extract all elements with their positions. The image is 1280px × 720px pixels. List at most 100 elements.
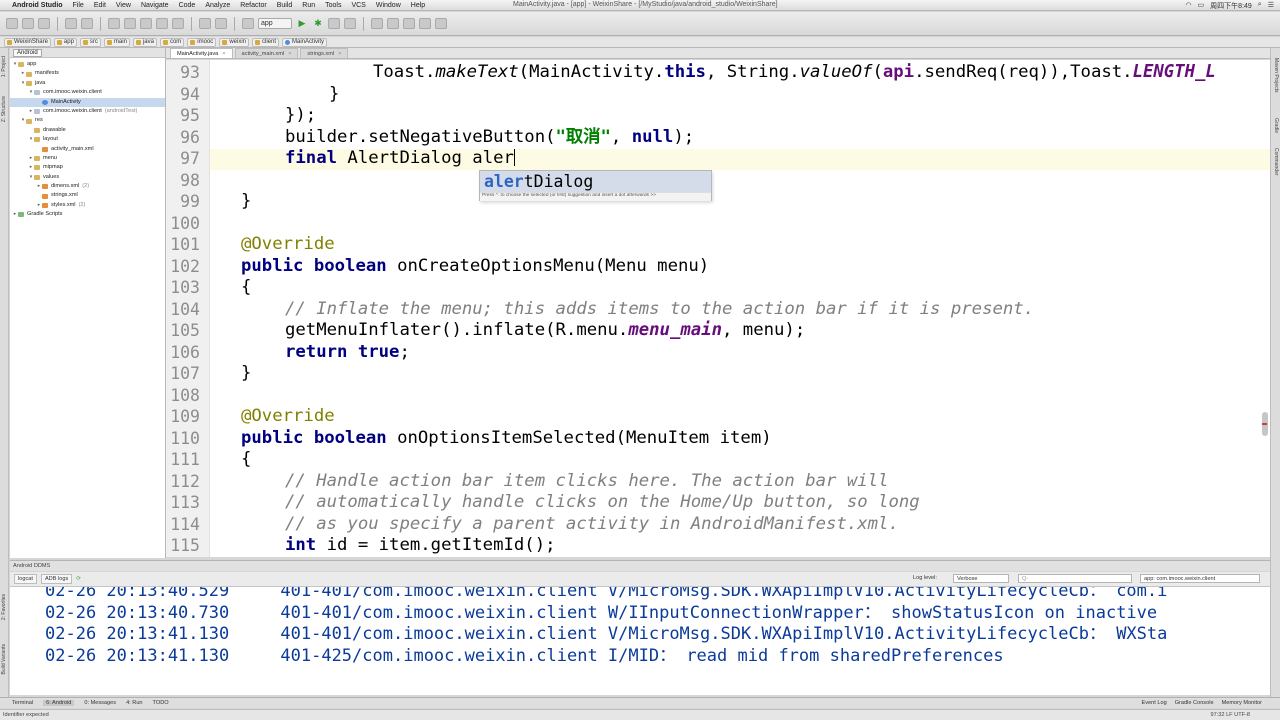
project-view-select[interactable]: Android [13, 48, 42, 57]
android-tool-button[interactable]: 6: Android [43, 700, 75, 706]
tab-mainactivity-java[interactable]: MainActivity.java × [170, 48, 233, 58]
sync-icon[interactable] [38, 18, 50, 29]
caret-position[interactable]: 97:32 LF UTF-8 [1211, 712, 1250, 718]
tree-node[interactable]: activity_main.xml [10, 145, 165, 154]
sdk-manager-icon[interactable] [403, 18, 415, 29]
menu-vcs[interactable]: VCS [351, 2, 365, 9]
tree-node[interactable]: strings.xml [10, 191, 165, 200]
debug-icon[interactable]: ✱ [312, 18, 324, 29]
tree-node[interactable]: ▾ com.imooc.weixin.client [10, 88, 165, 97]
tab-logcat[interactable]: logcat [14, 574, 37, 584]
breadcrumb-item[interactable]: com [159, 37, 185, 47]
terminal-tool-button[interactable]: Terminal [12, 700, 33, 706]
menu-window[interactable]: Window [376, 2, 401, 9]
wifi-icon[interactable]: ◠ [1185, 1, 1191, 10]
project-tool-button[interactable]: 1: Project [1, 56, 7, 77]
build-variants-tool-button[interactable]: Build Variants [1, 644, 7, 674]
find-icon[interactable] [156, 18, 168, 29]
event-log-button[interactable]: Event Log [1142, 700, 1167, 706]
run-config-select[interactable]: app [258, 18, 292, 29]
monitor-icon[interactable] [419, 18, 431, 29]
search-icon[interactable]: ⌕ [1258, 1, 1262, 10]
code-editor[interactable]: 93 94 95 96 97 98 99 100 101 102 103 104 105 106 107 10… [166, 60, 1270, 557]
tab-strings-xml[interactable]: strings.xml × [300, 48, 349, 58]
tree-node[interactable]: ▸ com.imooc.weixin.client (androidTest) [10, 107, 165, 116]
breadcrumb-item[interactable]: client [252, 37, 280, 47]
tree-node[interactable]: ▾ values [10, 173, 165, 182]
logcat-search-input[interactable]: Q- [1018, 574, 1132, 583]
undo-icon[interactable] [65, 18, 77, 29]
log-level-select[interactable]: Verbose [953, 574, 1009, 583]
breadcrumb-item[interactable]: imooc [187, 37, 217, 47]
tree-node[interactable]: ▾ java [10, 79, 165, 88]
app-menu[interactable]: Android Studio [12, 2, 63, 9]
todo-tool-button[interactable]: TODO [153, 700, 169, 706]
redo-icon[interactable] [81, 18, 93, 29]
menu-build[interactable]: Build [277, 2, 293, 9]
clock[interactable]: 周四下午8:49 [1210, 1, 1252, 10]
completion-item[interactable]: aler tDialog [480, 171, 711, 192]
save-icon[interactable] [22, 18, 34, 29]
replace-icon[interactable] [172, 18, 184, 29]
breadcrumb-item[interactable]: java [132, 37, 157, 47]
attach-debugger-icon[interactable] [328, 18, 340, 29]
run-tool-button[interactable]: 4: Run [126, 700, 142, 706]
breadcrumb-item[interactable]: app [53, 37, 77, 47]
back-icon[interactable] [199, 18, 211, 29]
tree-node[interactable]: ▸ Gradle Scripts [10, 210, 165, 219]
messages-tool-button[interactable]: 0: Messages [84, 700, 116, 706]
menu-view[interactable]: View [116, 2, 131, 9]
close-icon[interactable]: × [288, 51, 291, 57]
menu-tools[interactable]: Tools [325, 2, 341, 9]
menu-refactor[interactable]: Refactor [240, 2, 266, 9]
maven-projects-tool-button[interactable]: Maven Projects [1273, 58, 1279, 92]
stop-icon[interactable] [344, 18, 356, 29]
make-project-icon[interactable] [242, 18, 254, 29]
avd-manager-icon[interactable] [387, 18, 399, 29]
menu-help[interactable]: Help [411, 2, 425, 9]
open-icon[interactable] [6, 18, 18, 29]
menu-code[interactable]: Code [179, 2, 196, 9]
favorites-tool-button[interactable]: 2: Favorites [1, 594, 7, 620]
menu-edit[interactable]: Edit [94, 2, 106, 9]
tree-node[interactable]: ▸ manifests [10, 69, 165, 78]
tree-node[interactable]: ▾ res [10, 116, 165, 125]
structure-tool-button[interactable]: Z: Structure [1, 96, 7, 122]
gradle-tool-button[interactable]: Gradle [1273, 118, 1279, 133]
menu-run[interactable]: Run [302, 2, 315, 9]
menu-analyze[interactable]: Analyze [205, 2, 230, 9]
breadcrumb-item[interactable]: src [79, 37, 101, 47]
tab-activity-main-xml[interactable]: activity_main.xml × [234, 48, 299, 58]
menu-file[interactable]: File [73, 2, 84, 9]
sync-gradle-icon[interactable] [371, 18, 383, 29]
forward-icon[interactable] [215, 18, 227, 29]
tree-node[interactable]: drawable [10, 126, 165, 135]
breadcrumb-item[interactable]: weixin [219, 37, 249, 47]
tree-node[interactable]: ▾ app [10, 60, 165, 69]
battery-icon[interactable]: ▭ [1198, 1, 1205, 10]
menu-navigate[interactable]: Navigate [141, 2, 169, 9]
breadcrumb-item[interactable]: main [103, 37, 130, 47]
tree-node[interactable]: ▾ layout [10, 135, 165, 144]
logcat-output[interactable]: 02-26 20:13:40.529 401-401/com.imooc.wei… [10, 587, 1270, 695]
tree-node[interactable]: MainActivity [10, 97, 165, 107]
tree-node[interactable]: ▸ dimens.xml (2) [10, 182, 165, 191]
memory-monitor-button[interactable]: Memory Monitor [1222, 700, 1262, 706]
commander-tool-button[interactable]: Commander [1273, 148, 1279, 176]
tab-adb-logs[interactable]: ADB logs [40, 574, 73, 584]
gradle-console-button[interactable]: Gradle Console [1175, 700, 1214, 706]
app-filter-select[interactable]: app: com.imooc.weixin.client [1140, 574, 1260, 583]
breadcrumb-item[interactable]: WeixinShare [4, 37, 51, 47]
breadcrumb-item[interactable]: MainActivity [282, 37, 328, 47]
cut-icon[interactable] [108, 18, 120, 29]
list-icon[interactable]: ☰ [1268, 1, 1274, 10]
tree-node[interactable]: ▸ mipmap [10, 163, 165, 172]
help-icon[interactable] [435, 18, 447, 29]
run-icon[interactable]: ▶ [296, 18, 308, 29]
copy-icon[interactable] [124, 18, 136, 29]
error-stripe-marker[interactable] [1262, 423, 1267, 425]
close-icon[interactable]: × [338, 51, 341, 57]
tree-node[interactable]: ▸ styles.xml (2) [10, 201, 165, 210]
tree-node[interactable]: ▸ menu [10, 154, 165, 163]
paste-icon[interactable] [140, 18, 152, 29]
